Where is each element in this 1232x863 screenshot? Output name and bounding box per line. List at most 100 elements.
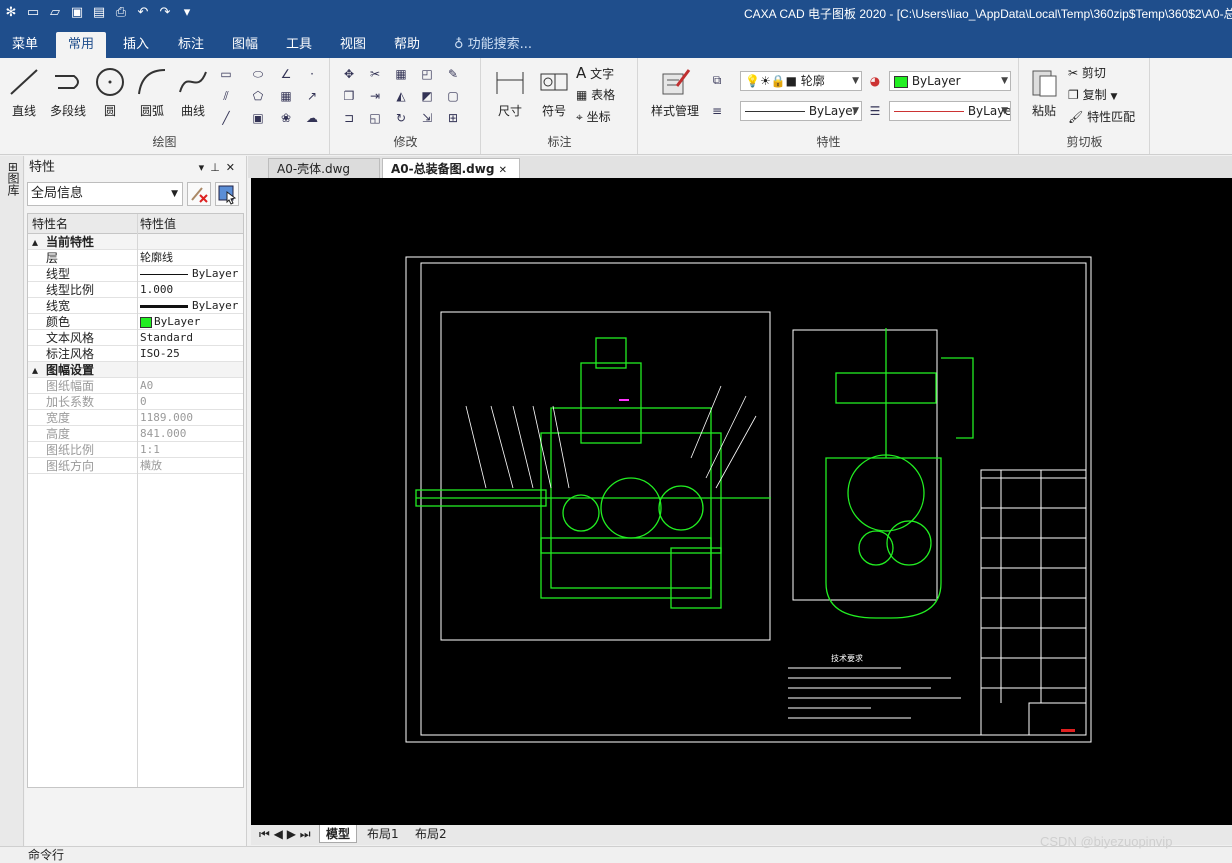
close-icon[interactable]: ✕ <box>499 165 507 176</box>
property-row[interactable]: 颜色 ByLayer <box>28 314 243 330</box>
property-value[interactable]: 0 <box>140 394 243 410</box>
property-row[interactable]: 图纸幅面 A0 <box>28 378 243 394</box>
property-value[interactable]: 横放 <box>140 458 243 474</box>
tab-frame[interactable]: 图幅 <box>230 32 260 58</box>
circle-button[interactable]: 圆 <box>92 64 128 119</box>
color-combo[interactable]: ByLayer ▼ <box>889 71 1011 91</box>
mirror-icon[interactable]: ◭ <box>391 86 411 106</box>
tab-annotate[interactable]: 标注 <box>176 32 206 58</box>
rotate-icon[interactable]: ↻ <box>391 108 411 128</box>
prev-tab-icon[interactable]: ◀ <box>274 827 283 841</box>
copy-button[interactable]: ❐ 复制 ▼ <box>1068 86 1117 103</box>
offset-icon[interactable]: ⊐ <box>339 108 359 128</box>
arc-button[interactable]: 圆弧 <box>134 64 170 119</box>
object-selector[interactable]: 全局信息 ▼ <box>27 182 183 206</box>
app-logo-icon[interactable]: ✻ <box>2 4 20 22</box>
property-row[interactable]: 文本风格 Standard <box>28 330 243 346</box>
print-icon[interactable]: ⎙ <box>112 4 130 22</box>
property-row[interactable]: 标注风格 ISO-25 <box>28 346 243 362</box>
layout-nav-buttons[interactable]: ⏮ ◀ ▶ ⏭ <box>253 825 317 843</box>
block-icon[interactable]: ▣ <box>248 108 268 128</box>
match-properties-button[interactable]: 🖌 特性匹配 <box>1068 108 1135 125</box>
property-value[interactable]: ByLayer <box>140 266 243 282</box>
first-tab-icon[interactable]: ⏮ <box>259 827 270 841</box>
paste-button[interactable]: 粘贴 <box>1026 64 1062 119</box>
customize-qat-icon[interactable]: ▾ <box>178 4 196 22</box>
doc-tab-shell[interactable]: A0-壳体.dwg <box>268 158 380 178</box>
collapse-icon[interactable]: ▴ <box>32 234 38 250</box>
property-category[interactable]: ▴ 当前特性 <box>28 234 243 250</box>
copy-object-icon[interactable]: ❐ <box>339 86 359 106</box>
array-icon[interactable]: ▦ <box>391 64 411 84</box>
curve-button[interactable]: 曲线 <box>174 64 212 119</box>
stretch-icon[interactable]: ⇲ <box>417 108 437 128</box>
doc-tab-assembly[interactable]: A0-总装备图.dwg ✕ <box>382 158 520 178</box>
move-icon[interactable]: ✥ <box>339 64 359 84</box>
tab-tools[interactable]: 工具 <box>284 32 314 58</box>
extend-icon[interactable]: ⇥ <box>365 86 385 106</box>
property-row[interactable]: 加长系数 0 <box>28 394 243 410</box>
region-icon[interactable]: ❀ <box>276 108 296 128</box>
undo-icon[interactable]: ↶ <box>134 4 152 22</box>
property-row[interactable]: 线型 ByLayer <box>28 266 243 282</box>
style-manager-button[interactable]: 样式管理 <box>643 64 707 119</box>
layer-combo[interactable]: 💡☀🔒■ 轮廓 ▼ <box>740 71 862 91</box>
feature-search[interactable]: ♁ 功能搜索... <box>452 32 534 58</box>
property-value[interactable]: ByLayer <box>140 298 243 314</box>
hatch-icon[interactable]: ▦ <box>276 86 296 106</box>
property-value[interactable]: 1:1 <box>140 442 243 458</box>
next-tab-icon[interactable]: ▶ <box>287 827 296 841</box>
text-button[interactable]: A 文字 <box>576 64 614 82</box>
chamfer-icon[interactable]: ◩ <box>417 86 437 106</box>
property-value[interactable]: 841.000 <box>140 426 243 442</box>
last-tab-icon[interactable]: ⏭ <box>300 827 311 841</box>
drawing-canvas[interactable]: 技术要求 <box>251 178 1232 825</box>
property-row[interactable]: 宽度 1189.000 <box>28 410 243 426</box>
panel-menu-icon[interactable]: ▾ <box>199 161 211 174</box>
break-icon[interactable]: ▢ <box>443 86 463 106</box>
cut-button[interactable]: ✂ 剪切 <box>1068 64 1106 81</box>
scale-icon[interactable]: ◱ <box>365 108 385 128</box>
lineweight-icon[interactable]: ☰ <box>865 101 885 121</box>
save-all-icon[interactable]: ▤ <box>90 4 108 22</box>
property-row[interactable]: 层 轮廓线 <box>28 250 243 266</box>
library-tab[interactable]: ⊞图库 <box>4 162 20 196</box>
layer-manager-icon[interactable]: ⧉ <box>707 70 727 90</box>
parallel-line-icon[interactable]: ⫽ <box>216 86 236 106</box>
line-settings-icon[interactable]: ≡ <box>707 101 727 121</box>
tab-insert[interactable]: 插入 <box>121 32 151 58</box>
property-value[interactable]: Standard <box>140 330 243 346</box>
open-folder-icon[interactable]: ▱ <box>46 4 64 22</box>
tab-help[interactable]: 帮助 <box>392 32 422 58</box>
erase-icon[interactable]: ✎ <box>443 64 463 84</box>
point-icon[interactable]: · <box>302 64 322 84</box>
cloud-line-icon[interactable]: ☁ <box>302 108 322 128</box>
coordinate-button[interactable]: ⌖ 坐标 <box>576 108 611 125</box>
ellipse-icon[interactable]: ⬭ <box>248 64 268 84</box>
property-category[interactable]: ▴ 图幅设置 <box>28 362 243 378</box>
quick-select-button[interactable] <box>215 182 239 206</box>
polygon-icon[interactable]: ⬠ <box>248 86 268 106</box>
collapse-icon[interactable]: ▴ <box>32 362 38 378</box>
redo-icon[interactable]: ↷ <box>156 4 174 22</box>
property-row[interactable]: 图纸比例 1:1 <box>28 442 243 458</box>
trim-icon[interactable]: ✂ <box>365 64 385 84</box>
property-value[interactable]: 1189.000 <box>140 410 243 426</box>
tab-common[interactable]: 常用 <box>56 32 107 58</box>
layout-tab-1[interactable]: 布局1 <box>361 825 405 843</box>
table-button[interactable]: ▦ 表格 <box>576 86 615 103</box>
layout-tab-model[interactable]: 模型 <box>319 825 358 843</box>
property-value[interactable]: ByLayer <box>140 314 243 330</box>
property-row[interactable]: 高度 841.000 <box>28 426 243 442</box>
deselect-button[interactable] <box>187 182 211 206</box>
construction-line-icon[interactable]: ╱ <box>216 108 236 128</box>
linetype-combo[interactable]: ByLayer ▼ <box>740 101 862 121</box>
symbol-button[interactable]: 符号 <box>534 64 574 119</box>
property-value[interactable]: 1.000 <box>140 282 243 298</box>
property-row[interactable]: 图纸方向 横放 <box>28 458 243 474</box>
property-value[interactable]: ISO-25 <box>140 346 243 362</box>
new-file-icon[interactable]: ▭ <box>24 4 42 22</box>
property-row[interactable]: 线宽 ByLayer <box>28 298 243 314</box>
polyline-button[interactable]: 多段线 <box>46 64 90 119</box>
dimension-button[interactable]: 尺寸 <box>490 64 530 119</box>
